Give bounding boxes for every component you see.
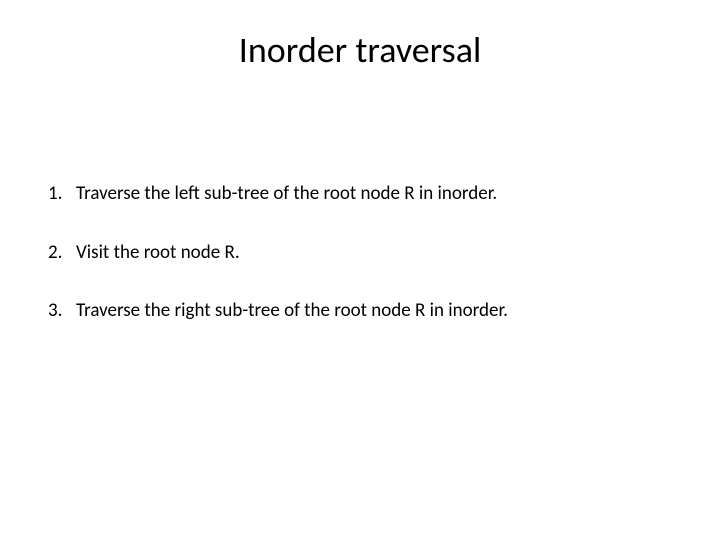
- item-number: 1.: [48, 182, 76, 207]
- list-item: 2. Visit the root node R.: [48, 241, 672, 266]
- list-item: 1. Traverse the left sub-tree of the roo…: [48, 182, 672, 207]
- item-text: Traverse the left sub-tree of the root n…: [76, 182, 672, 207]
- item-text: Visit the root node R.: [76, 241, 672, 266]
- slide-title: Inorder traversal: [48, 28, 672, 72]
- item-number: 3.: [48, 299, 76, 324]
- list-item: 3. Traverse the right sub-tree of the ro…: [48, 299, 672, 324]
- steps-list: 1. Traverse the left sub-tree of the roo…: [48, 182, 672, 324]
- item-number: 2.: [48, 241, 76, 266]
- item-text: Traverse the right sub-tree of the root …: [76, 299, 672, 324]
